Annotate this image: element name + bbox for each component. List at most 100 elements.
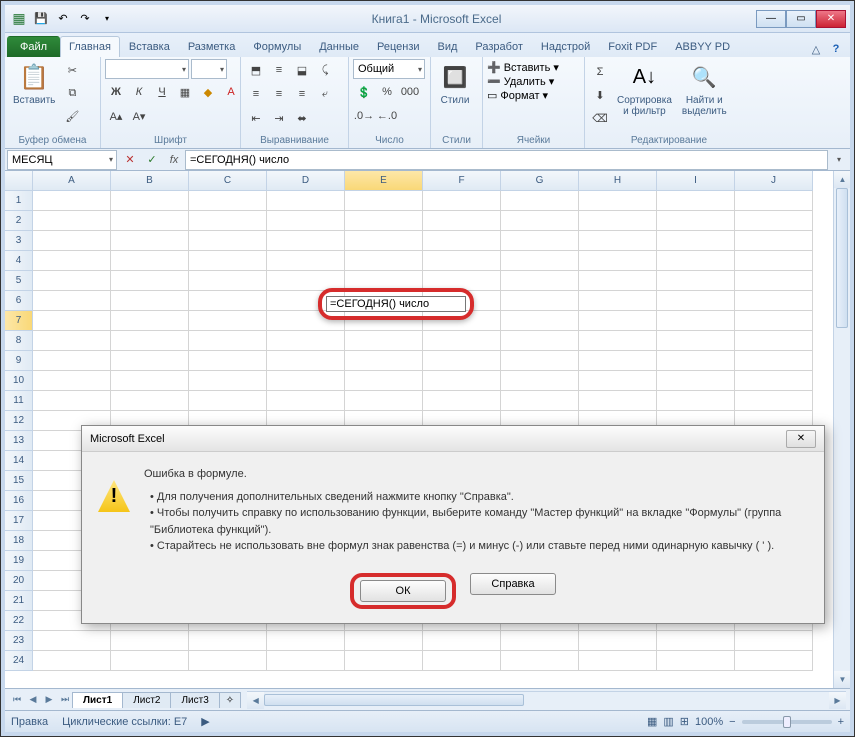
cell[interactable] (501, 311, 579, 331)
cell[interactable] (501, 211, 579, 231)
tab-file[interactable]: Файл (7, 36, 60, 57)
cell[interactable] (111, 331, 189, 351)
align-left-button[interactable]: ≡ (245, 83, 267, 105)
sheet-tab-1[interactable]: Лист1 (72, 692, 123, 708)
sort-filter-button[interactable]: A↓ Сортировка и фильтр (613, 59, 676, 119)
cell[interactable] (735, 231, 813, 251)
cell[interactable] (657, 271, 735, 291)
cell[interactable] (267, 371, 345, 391)
copy-button[interactable]: ⧉ (61, 82, 83, 104)
column-header[interactable]: J (735, 171, 813, 191)
insert-cells-button[interactable]: ➕Вставить ▾ (487, 61, 559, 74)
scroll-right-button[interactable]: ▶ (829, 692, 846, 709)
font-name-combo[interactable] (105, 59, 189, 79)
cell[interactable] (579, 191, 657, 211)
cell[interactable] (579, 631, 657, 651)
cell[interactable] (267, 651, 345, 671)
cell[interactable] (33, 271, 111, 291)
fill-color-button[interactable]: ◆ (197, 81, 219, 103)
cell[interactable] (423, 351, 501, 371)
cell[interactable] (657, 231, 735, 251)
cell[interactable] (345, 211, 423, 231)
number-format-combo[interactable]: Общий (353, 59, 425, 79)
align-center-button[interactable]: ≡ (268, 83, 290, 105)
percent-button[interactable]: % (376, 81, 398, 103)
view-layout-button[interactable]: ▥ (663, 715, 673, 728)
styles-button[interactable]: 🔲 Стили (435, 59, 475, 108)
align-right-button[interactable]: ≡ (291, 83, 313, 105)
row-header[interactable]: 13 (5, 431, 33, 451)
decrease-decimal-button[interactable]: ←.0 (376, 105, 398, 127)
cell[interactable] (579, 291, 657, 311)
cell[interactable] (423, 231, 501, 251)
cell[interactable] (579, 311, 657, 331)
cell[interactable] (657, 251, 735, 271)
cell[interactable] (423, 651, 501, 671)
row-header[interactable]: 24 (5, 651, 33, 671)
cell[interactable] (111, 371, 189, 391)
cell[interactable] (111, 391, 189, 411)
row-header[interactable]: 3 (5, 231, 33, 251)
cell[interactable] (267, 251, 345, 271)
tab-insert[interactable]: Вставка (120, 36, 179, 57)
delete-cells-button[interactable]: ➖Удалить ▾ (487, 75, 554, 88)
minimize-button[interactable]: — (756, 10, 786, 28)
cell[interactable] (189, 291, 267, 311)
scroll-down-button[interactable]: ▼ (834, 671, 850, 688)
view-pagebreak-button[interactable]: ⊞ (680, 715, 689, 728)
cell[interactable] (579, 251, 657, 271)
increase-font-button[interactable]: A▴ (105, 105, 127, 127)
cell[interactable] (33, 651, 111, 671)
cell[interactable] (33, 311, 111, 331)
cell[interactable] (579, 371, 657, 391)
cell[interactable] (189, 351, 267, 371)
cancel-formula-button[interactable]: ✕ (119, 150, 141, 170)
row-header[interactable]: 15 (5, 471, 33, 491)
cell[interactable] (735, 291, 813, 311)
column-header[interactable]: D (267, 171, 345, 191)
help-icon[interactable]: ? (828, 41, 844, 57)
row-header[interactable]: 12 (5, 411, 33, 431)
cell[interactable] (735, 651, 813, 671)
cell[interactable] (735, 191, 813, 211)
horizontal-scrollbar[interactable]: ◀ ▶ (247, 691, 846, 708)
row-header[interactable]: 11 (5, 391, 33, 411)
row-header[interactable]: 4 (5, 251, 33, 271)
cell[interactable] (579, 331, 657, 351)
cell[interactable] (189, 311, 267, 331)
tab-home[interactable]: Главная (60, 36, 120, 57)
cell[interactable] (501, 251, 579, 271)
cell[interactable] (267, 191, 345, 211)
row-header[interactable]: 17 (5, 511, 33, 531)
cell[interactable] (111, 651, 189, 671)
column-header[interactable]: B (111, 171, 189, 191)
cell[interactable] (189, 631, 267, 651)
find-select-button[interactable]: 🔍 Найти и выделить (678, 59, 731, 119)
new-sheet-button[interactable]: ✧ (219, 692, 241, 708)
autosum-button[interactable]: Σ (589, 61, 611, 83)
format-cells-button[interactable]: ▭Формат ▾ (487, 89, 548, 102)
cell[interactable] (267, 351, 345, 371)
row-header[interactable]: 21 (5, 591, 33, 611)
tab-developer[interactable]: Разработ (466, 36, 531, 57)
fx-button[interactable]: fx (163, 150, 185, 170)
sheet-nav-first[interactable]: ⏮ (9, 692, 25, 708)
cell[interactable] (189, 231, 267, 251)
format-painter-button[interactable]: 🖌 (61, 105, 83, 127)
cell[interactable] (189, 371, 267, 391)
cell[interactable] (735, 351, 813, 371)
row-header[interactable]: 18 (5, 531, 33, 551)
cell[interactable] (423, 211, 501, 231)
cell[interactable] (735, 211, 813, 231)
column-header[interactable]: G (501, 171, 579, 191)
row-header[interactable]: 19 (5, 551, 33, 571)
align-middle-button[interactable]: ≡ (268, 59, 290, 81)
wrap-text-button[interactable]: ⤶ (314, 83, 336, 105)
cell[interactable] (735, 631, 813, 651)
cell[interactable] (33, 231, 111, 251)
cell[interactable] (189, 331, 267, 351)
tab-addins[interactable]: Надстрой (532, 36, 599, 57)
cell[interactable] (111, 631, 189, 651)
cell[interactable] (111, 271, 189, 291)
row-header[interactable]: 16 (5, 491, 33, 511)
